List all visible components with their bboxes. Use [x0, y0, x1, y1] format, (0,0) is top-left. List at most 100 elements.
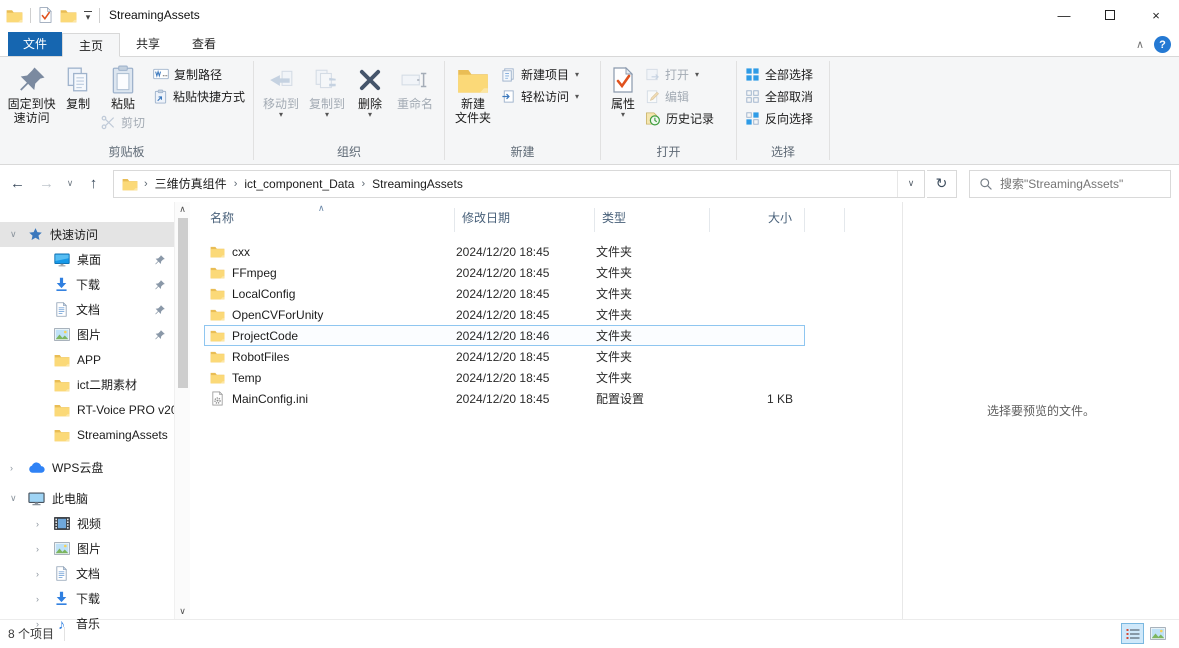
- chevron-down-icon[interactable]: ∨: [10, 493, 20, 504]
- sidebar-item-pc-documents[interactable]: › 文档: [0, 561, 190, 586]
- file-name: Temp: [232, 371, 261, 385]
- copy-button[interactable]: 复制: [59, 60, 97, 111]
- history-button[interactable]: 历史记录: [641, 107, 718, 129]
- tab-home[interactable]: 主页: [62, 33, 120, 57]
- refresh-button[interactable]: ↻: [927, 170, 957, 198]
- group-label-new: 新建: [445, 143, 600, 164]
- file-row-opencvforunity[interactable]: OpenCVForUnity 2024/12/20 18:45 文件夹: [204, 304, 805, 325]
- easy-access-button[interactable]: 轻松访问 ▾: [497, 85, 583, 107]
- breadcrumb-item[interactable]: StreamingAssets: [365, 177, 470, 191]
- breadcrumb-item[interactable]: 三维仿真组件: [148, 175, 234, 192]
- file-row-projectcode[interactable]: ProjectCode 2024/12/20 18:46 文件夹: [204, 325, 805, 346]
- file-row-localconfig[interactable]: LocalConfig 2024/12/20 18:45 文件夹: [204, 283, 805, 304]
- rename-button[interactable]: 重命名: [390, 60, 440, 111]
- folder-icon: [210, 287, 225, 300]
- file-date: 2024/12/20 18:45: [456, 266, 596, 280]
- sidebar-item-music[interactable]: › ♪ 音乐: [0, 611, 190, 636]
- tab-file[interactable]: 文件: [8, 32, 62, 56]
- ribbon: 固定到快速访问 复制 粘贴 剪切 复制路径: [0, 57, 1179, 165]
- edit-button[interactable]: 编辑: [641, 85, 718, 107]
- delete-button[interactable]: 删除 ▾: [350, 60, 390, 118]
- select-none-button[interactable]: 全部取消: [741, 85, 817, 107]
- invert-selection-button[interactable]: 反向选择: [741, 107, 817, 129]
- copy-to-button[interactable]: 复制到 ▾: [304, 60, 350, 118]
- scroll-down-icon[interactable]: ∨: [175, 606, 190, 617]
- chevron-right-icon[interactable]: ›: [36, 519, 46, 529]
- file-row-ffmpeg[interactable]: FFmpeg 2024/12/20 18:45 文件夹: [204, 262, 805, 283]
- file-row-mainconfig-ini[interactable]: MainConfig.ini 2024/12/20 18:45 配置设置 1 K…: [204, 388, 805, 409]
- address-dropdown-icon[interactable]: ∨: [897, 171, 924, 197]
- sidebar-item-this-pc[interactable]: ∨ 此电脑: [0, 486, 190, 511]
- sidebar-item-streamingassets[interactable]: StreamingAssets: [0, 422, 190, 447]
- new-item-button[interactable]: 新建项目 ▾: [497, 63, 583, 85]
- sidebar-item-quick-access[interactable]: ∨ 快速访问: [0, 222, 190, 247]
- sidebar-scrollbar[interactable]: ∧ ∨: [174, 202, 190, 619]
- tab-view[interactable]: 查看: [176, 32, 232, 56]
- preview-pane: 选择要预览的文件。: [902, 202, 1179, 619]
- sidebar-item-pc-downloads[interactable]: › 下载: [0, 586, 190, 611]
- pin-icon: [154, 254, 166, 266]
- sidebar-label: 快速访问: [50, 226, 98, 243]
- chevron-right-icon[interactable]: ›: [36, 619, 46, 629]
- large-icons-view-button[interactable]: [1146, 623, 1169, 644]
- file-row-robotfiles[interactable]: RobotFiles 2024/12/20 18:45 文件夹: [204, 346, 805, 367]
- sidebar-item-ict-phase2[interactable]: ict二期素材: [0, 372, 190, 397]
- search-box[interactable]: [969, 170, 1171, 198]
- search-input[interactable]: [1000, 177, 1161, 191]
- tab-share[interactable]: 共享: [120, 32, 176, 56]
- main-area: ∨ 快速访问 桌面 下载 文档 图片: [0, 202, 1179, 619]
- chevron-right-icon[interactable]: ›: [36, 544, 46, 554]
- qat-properties-icon[interactable]: [38, 7, 53, 23]
- qat-new-folder-icon[interactable]: [60, 8, 77, 23]
- forward-button[interactable]: →: [33, 171, 60, 197]
- file-date: 2024/12/20 18:45: [456, 308, 596, 322]
- select-all-button[interactable]: 全部选择: [741, 63, 817, 85]
- file-row-cxx[interactable]: cxx 2024/12/20 18:45 文件夹: [204, 241, 805, 262]
- back-button[interactable]: ←: [4, 171, 31, 197]
- chevron-right-icon[interactable]: ›: [36, 569, 46, 579]
- qat-customize-dropdown-icon[interactable]: ▾: [84, 11, 92, 20]
- scrollbar-thumb[interactable]: [178, 218, 188, 388]
- paste-button[interactable]: 粘贴: [101, 60, 145, 111]
- history-dropdown-icon[interactable]: ∨: [62, 171, 78, 197]
- breadcrumb-item[interactable]: ict_component_Data: [237, 177, 361, 191]
- details-view-button[interactable]: [1121, 623, 1144, 644]
- pin-to-quick-access-button[interactable]: 固定到快速访问: [4, 60, 59, 125]
- column-header-type[interactable]: 类型: [595, 208, 710, 232]
- copy-path-button[interactable]: 复制路径: [149, 63, 249, 85]
- file-name: LocalConfig: [232, 287, 295, 301]
- up-button[interactable]: ↑: [80, 171, 107, 197]
- sidebar-item-documents[interactable]: 文档: [0, 297, 190, 322]
- sidebar-item-app[interactable]: APP: [0, 347, 190, 372]
- sidebar-item-rt-voice[interactable]: RT-Voice PRO v202: [0, 397, 190, 422]
- scroll-up-icon[interactable]: ∧: [175, 204, 190, 215]
- sidebar-item-desktop[interactable]: 桌面: [0, 247, 190, 272]
- column-header-size[interactable]: 大小: [710, 208, 805, 232]
- sidebar-item-wps-cloud[interactable]: › WPS云盘: [0, 455, 190, 480]
- sidebar-label: WPS云盘: [52, 459, 103, 476]
- chevron-right-icon[interactable]: ›: [10, 463, 20, 473]
- chevron-right-icon[interactable]: ›: [36, 594, 46, 604]
- help-icon[interactable]: ?: [1154, 36, 1171, 53]
- sidebar-item-downloads[interactable]: 下载: [0, 272, 190, 297]
- paste-shortcut-button[interactable]: 粘贴快捷方式: [149, 85, 249, 107]
- open-button[interactable]: 打开 ▾: [641, 63, 718, 85]
- close-button[interactable]: ×: [1133, 0, 1179, 30]
- move-to-button[interactable]: 移动到 ▾: [258, 60, 304, 118]
- cut-button[interactable]: 剪切: [97, 111, 149, 133]
- folder-icon: [210, 329, 225, 342]
- chevron-down-icon[interactable]: ∨: [10, 229, 20, 240]
- address-bar[interactable]: › 三维仿真组件 › ict_component_Data › Streamin…: [113, 170, 925, 198]
- new-folder-button[interactable]: 新建 文件夹: [449, 60, 497, 125]
- collapse-ribbon-icon[interactable]: ∧: [1136, 38, 1144, 51]
- maximize-button[interactable]: [1087, 0, 1133, 30]
- view-toggles: [1121, 623, 1169, 644]
- sidebar-item-videos[interactable]: › 视频: [0, 511, 190, 536]
- ribbon-group-select: 全部选择 全部取消 反向选择 选择: [737, 57, 829, 164]
- column-header-date-modified[interactable]: 修改日期: [455, 208, 595, 232]
- file-row-temp[interactable]: Temp 2024/12/20 18:45 文件夹: [204, 367, 805, 388]
- minimize-button[interactable]: —: [1041, 0, 1087, 30]
- sidebar-item-pc-pictures[interactable]: › 图片: [0, 536, 190, 561]
- properties-button[interactable]: 属性 ▾: [605, 60, 641, 118]
- sidebar-item-pictures[interactable]: 图片: [0, 322, 190, 347]
